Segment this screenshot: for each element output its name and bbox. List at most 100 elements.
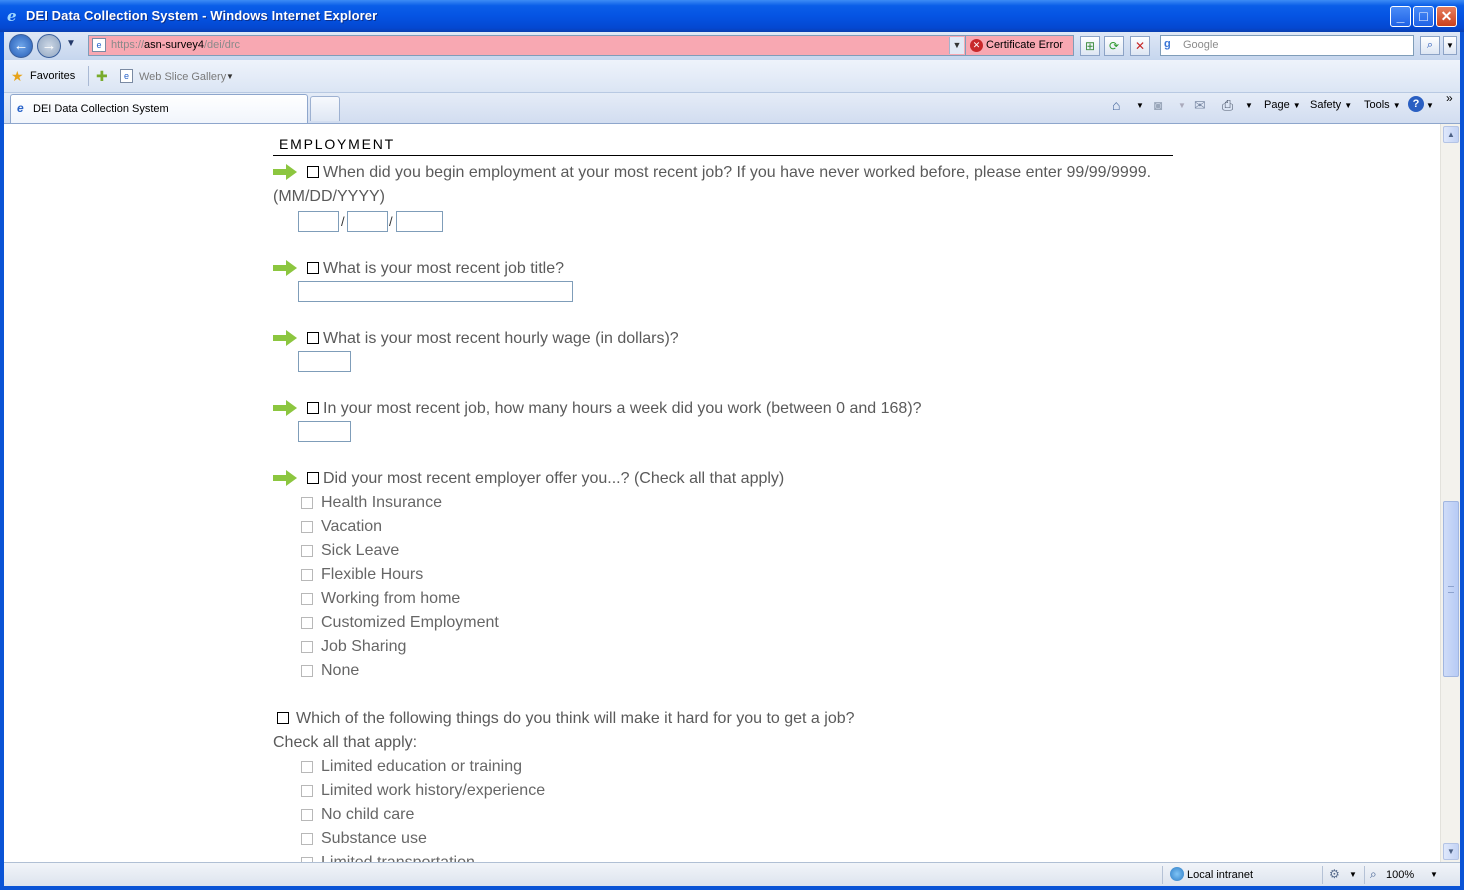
page-content: EMPLOYMENT When did you begin employment… bbox=[4, 124, 1440, 862]
question-hours-week: In your most recent job, how many hours … bbox=[273, 400, 1173, 445]
checkbox[interactable] bbox=[301, 545, 313, 557]
tab-dei-data-collection[interactable]: e DEI Data Collection System bbox=[10, 94, 308, 123]
option-label: Sick Leave bbox=[321, 542, 400, 559]
security-zone[interactable]: Local intranet bbox=[1187, 869, 1253, 881]
home-icon[interactable]: ⌂ bbox=[1112, 97, 1120, 113]
close-button[interactable]: ✕ bbox=[1436, 6, 1457, 27]
compatibility-view-icon[interactable]: ⊞ bbox=[1080, 36, 1100, 56]
question-flag-checkbox[interactable] bbox=[307, 402, 319, 414]
web-slice-icon: e bbox=[120, 69, 133, 83]
maximize-button[interactable]: □ bbox=[1413, 6, 1434, 27]
safety-menu[interactable]: Safety ▼ bbox=[1310, 99, 1352, 111]
search-options-icon[interactable]: ▼ bbox=[1443, 36, 1457, 55]
question-subtext: Check all that apply: bbox=[273, 734, 418, 751]
protected-mode-icon[interactable]: ⚙ bbox=[1329, 867, 1340, 881]
hourly-wage-input[interactable] bbox=[298, 351, 351, 372]
search-box[interactable]: g Google bbox=[1160, 35, 1414, 56]
scroll-down-icon[interactable]: ▼ bbox=[1443, 843, 1459, 860]
zoom-icon[interactable]: ⌕ bbox=[1370, 867, 1377, 882]
checkbox[interactable] bbox=[301, 569, 313, 581]
question-text: Did your most recent employer offer you.… bbox=[323, 470, 785, 487]
address-url[interactable]: https://asn-survey4/dei/drc bbox=[111, 39, 240, 51]
help-dropdown-icon[interactable]: ▼ bbox=[1426, 101, 1434, 110]
checkbox[interactable] bbox=[301, 665, 313, 677]
address-bar[interactable]: e https://asn-survey4/dei/drc ▼ bbox=[88, 35, 966, 56]
print-icon[interactable]: ⎙ bbox=[1222, 97, 1233, 114]
question-flag-checkbox[interactable] bbox=[307, 332, 319, 344]
divider bbox=[1364, 866, 1365, 884]
home-dropdown-icon[interactable]: ▼ bbox=[1136, 101, 1144, 110]
day-input[interactable] bbox=[347, 211, 388, 232]
feeds-icon[interactable]: ◙ bbox=[1154, 97, 1162, 113]
tools-menu[interactable]: Tools ▼ bbox=[1364, 99, 1401, 111]
question-job-title: What is your most recent job title? bbox=[273, 260, 1173, 305]
status-bar: Local intranet ⚙ ▼ ⌕ 100% ▼ bbox=[4, 862, 1460, 886]
question-flag-checkbox[interactable] bbox=[307, 472, 319, 484]
page-menu[interactable]: Page ▼ bbox=[1264, 99, 1301, 111]
certificate-error-label: Certificate Error bbox=[986, 39, 1064, 51]
mail-icon[interactable]: ✉ bbox=[1194, 97, 1206, 114]
question-flag-checkbox[interactable] bbox=[307, 262, 319, 274]
divider bbox=[1162, 866, 1163, 884]
arrow-right-icon bbox=[273, 330, 297, 346]
date-separator: / bbox=[389, 214, 393, 229]
grip-icon bbox=[1448, 586, 1454, 593]
month-input[interactable] bbox=[298, 211, 339, 232]
question-barriers: Which of the following things do you thi… bbox=[273, 710, 1173, 754]
checkbox[interactable] bbox=[301, 593, 313, 605]
hours-week-input[interactable] bbox=[298, 421, 351, 442]
divider bbox=[1322, 866, 1323, 884]
back-button[interactable]: ← bbox=[9, 34, 33, 58]
question-format-hint: (MM/DD/YYYY) bbox=[273, 188, 385, 205]
zoom-level[interactable]: 100% bbox=[1386, 869, 1414, 881]
print-dropdown-icon[interactable]: ▼ bbox=[1245, 101, 1253, 110]
scroll-up-icon[interactable]: ▲ bbox=[1443, 126, 1459, 143]
search-icon[interactable]: ⌕ bbox=[1420, 36, 1440, 55]
checkbox[interactable] bbox=[301, 761, 313, 773]
new-tab-button[interactable] bbox=[310, 96, 340, 121]
scrollbar-thumb[interactable] bbox=[1443, 501, 1459, 677]
question-hourly-wage: What is your most recent hourly wage (in… bbox=[273, 330, 1173, 375]
question-text: What is your most recent job title? bbox=[323, 260, 564, 277]
chevron-down-icon[interactable]: ▼ bbox=[1349, 870, 1357, 879]
certificate-error-button[interactable]: ✕ Certificate Error bbox=[966, 35, 1074, 56]
favorites-star-icon[interactable]: ★ bbox=[11, 68, 24, 85]
add-favorite-icon[interactable]: ✚ bbox=[96, 68, 108, 85]
checkbox[interactable] bbox=[301, 641, 313, 653]
refresh-icon[interactable]: ⟳ bbox=[1104, 36, 1124, 56]
chevron-down-icon[interactable]: ▼ bbox=[226, 72, 234, 81]
forward-button[interactable]: → bbox=[37, 34, 61, 58]
checkbox[interactable] bbox=[301, 833, 313, 845]
year-input[interactable] bbox=[396, 211, 443, 232]
section-title: EMPLOYMENT bbox=[273, 134, 1173, 156]
question-flag-checkbox[interactable] bbox=[307, 166, 319, 178]
checkbox[interactable] bbox=[301, 785, 313, 797]
feeds-dropdown-icon[interactable]: ▼ bbox=[1178, 101, 1186, 110]
checkbox[interactable] bbox=[301, 617, 313, 629]
web-slice-gallery-link[interactable]: Web Slice Gallery bbox=[139, 71, 226, 83]
favorites-button[interactable]: Favorites bbox=[30, 70, 75, 82]
address-dropdown-icon[interactable]: ▼ bbox=[949, 37, 964, 54]
recent-pages-dropdown-icon[interactable]: ▼ bbox=[66, 38, 76, 49]
vertical-scrollbar[interactable]: ▲ ▼ bbox=[1440, 124, 1460, 862]
search-input[interactable]: Google bbox=[1183, 39, 1218, 51]
window-title: DEI Data Collection System - Windows Int… bbox=[26, 8, 378, 23]
tab-bar: e DEI Data Collection System ⌂ ▼ ◙ ▼ ✉ ⎙… bbox=[4, 91, 1460, 124]
minimize-button[interactable]: _ bbox=[1390, 6, 1411, 27]
stop-icon[interactable]: ✕ bbox=[1130, 36, 1150, 56]
question-flag-checkbox[interactable] bbox=[277, 712, 289, 724]
checkbox[interactable] bbox=[301, 497, 313, 509]
option-label: Customized Employment bbox=[321, 614, 499, 631]
option-label: Health Insurance bbox=[321, 494, 442, 511]
arrow-right-icon bbox=[273, 470, 297, 486]
chevron-more-icon[interactable]: » bbox=[1446, 91, 1453, 105]
checkbox[interactable] bbox=[301, 809, 313, 821]
checkbox[interactable] bbox=[301, 521, 313, 533]
job-title-input[interactable] bbox=[298, 281, 573, 302]
shield-error-icon: ✕ bbox=[970, 39, 983, 52]
zoom-dropdown-icon[interactable]: ▼ bbox=[1430, 870, 1438, 879]
ie-logo-icon: e bbox=[7, 7, 17, 25]
help-icon[interactable]: ? bbox=[1408, 96, 1424, 112]
question-text: In your most recent job, how many hours … bbox=[323, 400, 922, 417]
arrow-right-icon bbox=[273, 260, 297, 276]
